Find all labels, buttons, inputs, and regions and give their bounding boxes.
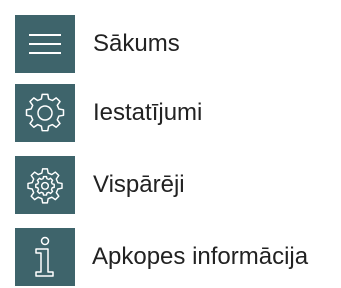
main-menu: Sākums Iestatījumi Vispārēji Apkopes inf… [0, 0, 341, 286]
menu-item-home[interactable]: Sākums [0, 15, 341, 75]
hamburger-menu-icon [15, 15, 75, 73]
menu-item-label: Apkopes informācija [92, 243, 309, 270]
menu-item-general[interactable]: Vispārēji [0, 156, 341, 216]
menu-item-label: Vispārēji [93, 171, 185, 198]
menu-item-service-info[interactable]: Apkopes informācija [0, 228, 341, 288]
info-icon [15, 228, 75, 286]
menu-item-label: Iestatījumi [93, 99, 203, 126]
menu-item-label: Sākums [93, 30, 180, 57]
menu-item-settings[interactable]: Iestatījumi [0, 84, 341, 144]
gear-icon [15, 84, 75, 142]
general-settings-gear-icon [15, 156, 75, 214]
